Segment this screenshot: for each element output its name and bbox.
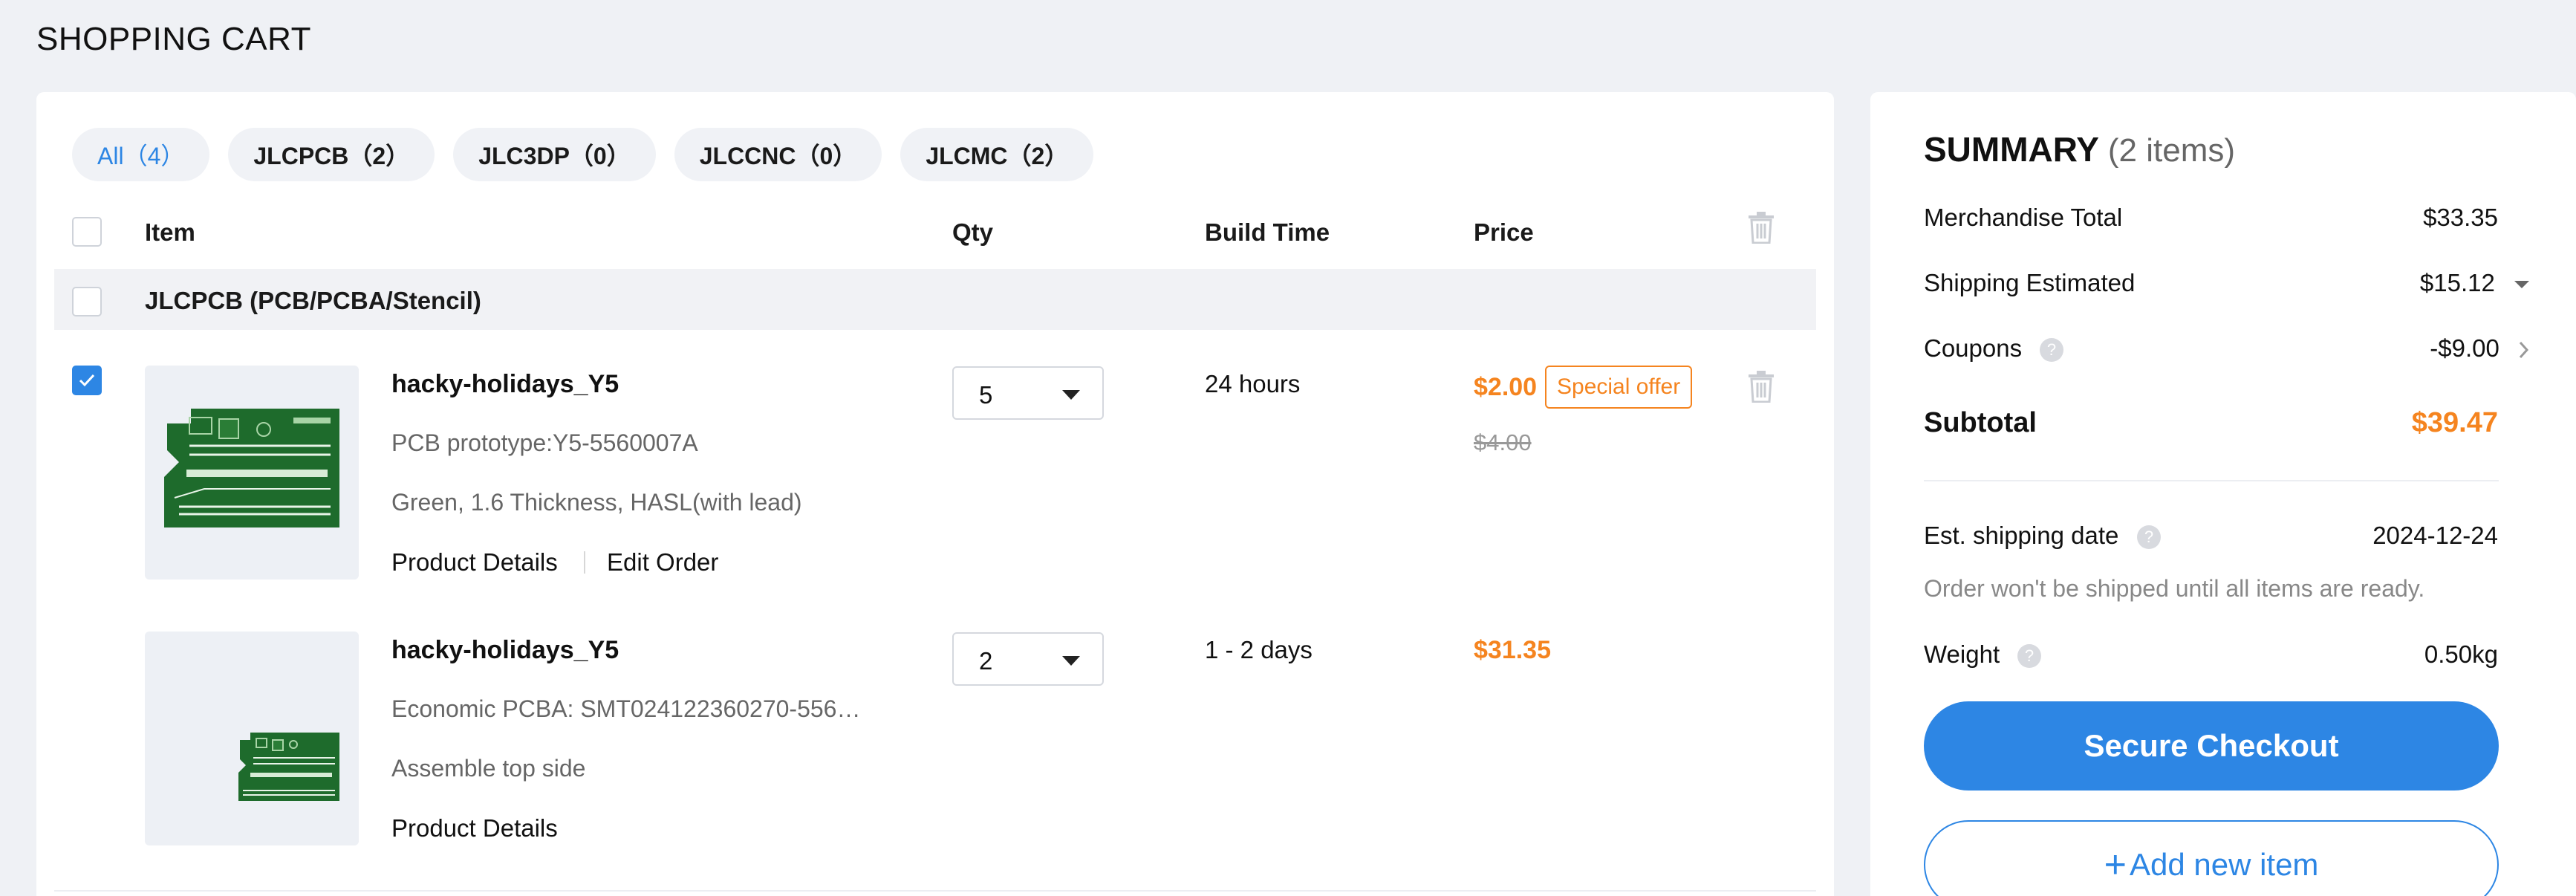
product-image[interactable] (145, 632, 359, 845)
coupons-value: -$9.00 (2430, 334, 2499, 362)
tab-all[interactable]: All（4） (72, 128, 210, 181)
summary-heading: SUMMARY (1924, 130, 2099, 169)
link-divider (584, 551, 585, 574)
edit-order-link[interactable]: Edit Order (607, 548, 718, 577)
column-header-build-time: Build Time (1205, 218, 1330, 246)
shipping-value: $15.12 (2419, 269, 2495, 296)
product-name: hacky-holidays_Y5 (391, 636, 619, 664)
shipping-note: Order won't be shipped until all items a… (1924, 575, 2425, 602)
column-header-item: Item (145, 218, 195, 246)
checkmark-icon (79, 374, 95, 387)
subtotal-value: $39.47 (2411, 407, 2498, 438)
tab-jlccnc[interactable]: JLCCNC（0） (674, 128, 882, 181)
summary-divider (1924, 480, 2499, 481)
coupons-label: Coupons (1924, 334, 2023, 362)
shipping-label: Shipping Estimated (1924, 269, 2136, 296)
select-all-checkbox[interactable] (72, 217, 102, 247)
tab-jlcpcb[interactable]: JLCPCB（2） (228, 128, 435, 181)
product-image[interactable] (145, 366, 359, 580)
cart-panel: All（4） JLCPCB（2） JLC3DP（0） JLCCNC（0） JLC… (36, 92, 1834, 896)
product-details-link[interactable]: Product Details (391, 814, 558, 843)
tab-jlc3dp[interactable]: JLC3DP（0） (453, 128, 656, 181)
plus-icon: + (2104, 843, 2127, 886)
pcb-board-image (164, 409, 339, 527)
tab-jlcmc[interactable]: JLCMC（2） (900, 128, 1094, 181)
merchandise-total-value: $33.35 (2423, 204, 2498, 231)
product-name: hacky-holidays_Y5 (391, 370, 619, 398)
weight-value: 0.50kg (2424, 640, 2498, 668)
caret-down-icon (1062, 656, 1080, 666)
quantity-value: 2 (979, 647, 993, 675)
quantity-select[interactable]: 2 (952, 632, 1104, 686)
item-price: $2.00 (1474, 373, 1538, 401)
svg-text:?: ? (2144, 527, 2153, 546)
add-new-item-label: Add new item (2129, 847, 2319, 882)
product-spec: Economic PCBA: SMT024122360270-556… (391, 695, 861, 722)
svg-text:?: ? (2025, 646, 2034, 665)
group-checkbox[interactable] (72, 287, 102, 316)
help-icon[interactable]: ? (2017, 643, 2042, 669)
original-price: $4.00 (1474, 429, 1532, 455)
special-offer-badge: Special offer (1545, 366, 1693, 409)
group-label: JLCPCB (PCB/PCBA/Stencil) (145, 287, 481, 314)
weight-row: Weight ? (1924, 640, 2042, 669)
shipping-date-value: 2024-12-24 (2372, 522, 2498, 549)
svg-text:?: ? (2047, 340, 2056, 359)
item-price: $31.35 (1474, 636, 1551, 664)
caret-down-icon (1062, 390, 1080, 400)
quantity-value: 5 (979, 381, 993, 409)
trash-icon[interactable] (1746, 211, 1776, 244)
quantity-select[interactable]: 5 (952, 366, 1104, 420)
shipping-date-label: Est. shipping date (1924, 522, 2119, 549)
help-icon[interactable]: ? (2136, 525, 2162, 550)
product-details-link[interactable]: Product Details (391, 548, 558, 577)
build-time: 24 hours (1205, 370, 1301, 397)
item-checkbox[interactable] (72, 366, 102, 395)
summary-title: SUMMARY (2 items) (1924, 129, 2235, 169)
help-icon[interactable]: ? (2039, 337, 2064, 363)
row-divider (54, 890, 1816, 892)
subtotal-label: Subtotal (1924, 407, 2037, 438)
column-header-price: Price (1474, 218, 1534, 246)
secure-checkout-button[interactable]: Secure Checkout (1924, 701, 2499, 791)
weight-label: Weight (1924, 640, 2000, 668)
coupons-value-link[interactable]: -$9.00 (2430, 334, 2531, 363)
trash-icon[interactable] (1746, 370, 1776, 403)
merchandise-total-label: Merchandise Total (1924, 204, 2123, 231)
shipping-date-row: Est. shipping date ? (1924, 522, 2162, 550)
coupons-row: Coupons ? (1924, 334, 2064, 363)
filter-tabs: All（4） JLCPCB（2） JLC3DP（0） JLCCNC（0） JLC… (72, 128, 1094, 181)
add-new-item-button[interactable]: + Add new item (1924, 820, 2499, 896)
chevron-right-icon (2519, 342, 2529, 359)
column-header-qty: Qty (952, 218, 994, 246)
shipping-value-dropdown[interactable]: $15.12 (2420, 269, 2531, 297)
summary-panel: SUMMARY (2 items) Merchandise Total $33.… (1870, 92, 2576, 896)
product-spec: PCB prototype:Y5-5560007A (391, 429, 698, 456)
page-title: SHOPPING CART (36, 21, 311, 57)
pcba-board-image (238, 733, 339, 801)
build-time: 1 - 2 days (1205, 636, 1313, 663)
product-options: Green, 1.6 Thickness, HASL(with lead) (391, 489, 802, 516)
product-options: Assemble top side (391, 755, 586, 782)
caret-down-icon (2514, 281, 2529, 289)
summary-item-count: (2 items) (2107, 132, 2236, 169)
